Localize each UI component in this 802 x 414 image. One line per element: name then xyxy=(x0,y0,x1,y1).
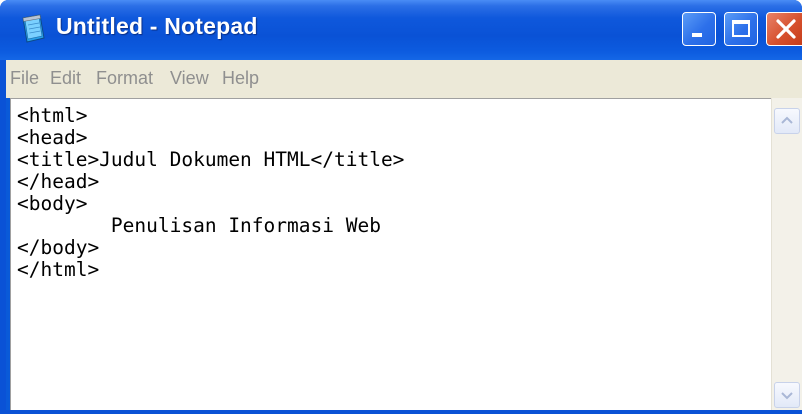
editor-line: </body> xyxy=(17,236,100,259)
editor-line: <html> xyxy=(17,104,88,127)
minimize-button[interactable] xyxy=(682,12,716,46)
window-title: Untitled - Notepad xyxy=(56,13,258,39)
chevron-up-icon xyxy=(781,116,793,124)
notepad-icon xyxy=(22,14,45,43)
notepad-window: Untitled - Notepad File Edit Format View… xyxy=(0,0,802,414)
text-editor[interactable]: <html> <head> <title>Judul Dokumen HTML</t… xyxy=(10,98,802,410)
editor-line: </head> xyxy=(17,170,100,193)
close-icon xyxy=(776,19,796,39)
menu-help[interactable]: Help xyxy=(222,68,259,89)
editor-line: <title>Judul Dokumen HTML</title> xyxy=(17,148,405,171)
menu-bar: File Edit Format View Help xyxy=(6,60,802,98)
editor-line: <body> xyxy=(17,192,88,215)
editor-line: Penulisan Informasi Web xyxy=(17,214,381,237)
minimize-icon xyxy=(692,33,702,37)
editor-text[interactable]: <html> <head> <title>Judul Dokumen HTML</t… xyxy=(17,105,404,281)
window-frame-bottom xyxy=(0,410,802,414)
menu-edit[interactable]: Edit xyxy=(50,68,81,89)
editor-line: </html> xyxy=(17,258,100,281)
maximize-button[interactable] xyxy=(724,12,758,46)
maximize-icon xyxy=(732,20,750,37)
window-frame-left xyxy=(0,60,6,414)
chevron-down-icon xyxy=(781,392,793,400)
scroll-down-button[interactable] xyxy=(774,382,800,408)
menu-view[interactable]: View xyxy=(170,68,209,89)
close-button[interactable] xyxy=(766,12,802,46)
editor-line: <head> xyxy=(17,126,88,149)
menu-file[interactable]: File xyxy=(10,68,39,89)
scroll-up-button[interactable] xyxy=(774,108,800,134)
vertical-scrollbar[interactable] xyxy=(771,98,802,410)
title-bar[interactable]: Untitled - Notepad xyxy=(0,0,802,60)
menu-format[interactable]: Format xyxy=(96,68,153,89)
